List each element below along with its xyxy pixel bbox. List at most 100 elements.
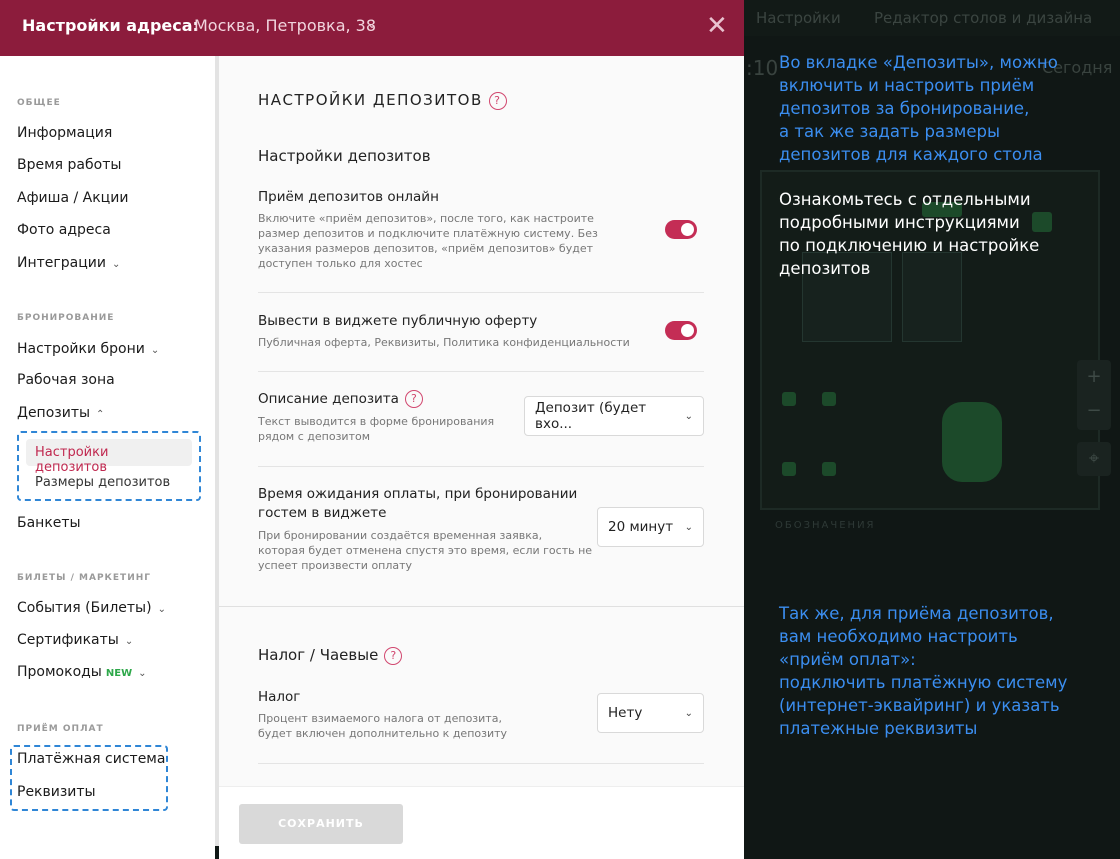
chevron-down-icon: ⌄ [138,668,147,679]
annotation-line: депозитов для каждого стола [779,145,1043,164]
sidebar-subitem-deposit-settings[interactable]: Настройки депозитов [26,439,192,475]
chevron-up-icon: ⌃ [96,409,105,420]
desc-line: рядом с депозитом [258,430,371,443]
section-tickets: БИЛЕТЫ / МАРКЕТИНГ [17,573,151,583]
online-deposits-toggle[interactable] [665,220,697,239]
annotation-payments: Так же, для приёма депозитов, вам необхо… [779,602,1114,740]
desc-line: Процент взимаемого налога от депозита, [258,712,502,725]
desc-line: При бронировании создаётся временная зая… [258,529,543,542]
sidebar-item-afisha[interactable]: Афиша / Акции [17,190,128,206]
desc-line: размер депозитов и подключите платёжную … [258,227,598,240]
sidebar-item-banquets[interactable]: Банкеты [17,515,81,531]
sidebar-item-label: Депозиты [17,405,91,421]
desc-line: доступен только для хостес [258,257,423,270]
help-icon[interactable]: ? [384,646,403,665]
chevron-down-icon: ⌄ [150,345,160,356]
section-divider [219,606,744,607]
annotation-line: Во вкладке «Депозиты», можно [779,53,1058,72]
sidebar-item-payment-system[interactable]: Платёжная система [17,751,165,767]
chevron-down-icon: ⌄ [684,521,693,533]
page-title: НАСТРОЙКИ ДЕПОЗИТОВ? [258,91,507,110]
online-deposits-desc: Включите «приём депозитов», после того, … [258,211,598,271]
desc-line: Включите «приём депозитов», после того, … [258,212,594,225]
tax-section-label: Налог / Чаевые [258,646,379,664]
tax-select[interactable]: Нету ⌄ [597,693,704,733]
tax-desc: Процент взимаемого налога от депозита, б… [258,711,507,741]
sidebar-item-requisites[interactable]: Реквизиты [17,784,96,800]
section-payments: ПРИЁМ ОПЛАТ [17,724,104,734]
panel-footer: СОХРАНИТЬ [219,786,744,859]
settings-sidebar: ОБЩЕЕ Информация Время работы Афиша / Ак… [0,56,215,859]
annotation-line: депозитов за бронирование, [779,99,1030,118]
help-icon[interactable]: ? [488,91,507,110]
divider [258,292,704,293]
annotation-line: (интернет-эквайринг) и указать [779,696,1060,715]
title-line: Время ожидания оплаты, при бронировании [258,486,578,502]
annotation-line: Так же, для приёма депозитов, [779,604,1054,623]
sidebar-item-label: События (Билеты) [17,600,152,616]
sidebar-subitem-deposit-sizes[interactable]: Размеры депозитов [26,469,192,496]
sidebar-item-promocodes[interactable]: Промокоды NEW ⌄ [17,664,147,680]
annotation-line: по подключению и настройке [779,236,1040,255]
header-label: Настройки адреса: [22,16,199,35]
select-value: 20 минут [608,519,674,535]
sidebar-item-workzone[interactable]: Рабочая зона [17,372,115,388]
desc-line: которая будет отменена спустя это время,… [258,544,593,557]
chevron-down-icon: ⌄ [684,707,693,719]
annotation-line: депозитов [779,259,871,278]
divider [258,371,704,372]
chevron-down-icon: ⌄ [684,410,693,422]
chevron-down-icon[interactable]: ⌄ [367,17,377,31]
deposit-description-select[interactable]: Депозит (будет вхо... ⌄ [524,396,704,436]
chevron-down-icon: ⌄ [157,604,166,615]
section-title: Настройки депозитов [258,147,431,165]
payment-wait-title: Время ожидания оплаты, при бронировании … [258,485,598,523]
annotation-deposits-tab: Во вкладке «Депозиты», можно включить и … [779,51,1114,166]
sidebar-item-events[interactable]: События (Билеты) ⌄ [17,600,166,616]
section-general: ОБЩЕЕ [17,98,61,108]
chevron-down-icon: ⌄ [111,259,121,270]
sidebar-item-booking-settings[interactable]: Настройки брони ⌄ [17,341,159,357]
sidebar-item-label: Сертификаты [17,632,119,648]
select-value: Нету [608,705,643,721]
close-icon[interactable]: ✕ [706,12,728,40]
chevron-down-icon: ⌄ [124,636,134,647]
sidebar-item-certificates[interactable]: Сертификаты ⌄ [17,632,133,648]
sidebar-item-deposits[interactable]: Депозиты ⌃ [17,405,104,421]
bg-tab-editor: Редактор столов и дизайна [874,9,1093,27]
sidebar-item-info[interactable]: Информация [17,125,112,141]
modal-header: Настройки адреса: Москва, Петровка, 38 ⌄… [0,0,744,56]
payment-wait-desc: При бронировании создаётся временная зая… [258,528,592,573]
bg-zoom-control: + − [1077,360,1111,430]
sidebar-item-label: Настройки брони [17,341,145,357]
public-offer-desc: Публичная оферта, Реквизиты, Политика ко… [258,336,630,349]
new-badge: NEW [105,668,133,679]
help-icon[interactable]: ? [404,390,423,408]
tax-section-title: Налог / Чаевые? [258,646,403,665]
annotation-line: подробными инструкциями [779,213,1020,232]
desc-line: будет включен дополнительно к депозиту [258,727,508,740]
save-button[interactable]: СОХРАНИТЬ [239,804,403,844]
bg-locate-icon: ⌖ [1077,442,1111,476]
annotation-line: Ознакомьтесь с отдельными [779,190,1031,209]
address-selector[interactable]: Москва, Петровка, 38 [194,16,376,35]
divider [258,763,704,764]
annotation-instructions: Ознакомьтесь с отдельными подробными инс… [779,188,1114,280]
sidebar-item-photo[interactable]: Фото адреса [17,222,111,238]
tax-title: Налог [258,689,301,705]
annotation-line: включить и настроить приём [779,76,1035,95]
sidebar-item-hours[interactable]: Время работы [17,157,121,173]
public-offer-title: Вывести в виджете публичную оферту [258,313,538,329]
payment-wait-select[interactable]: 20 минут ⌄ [597,507,704,547]
select-value: Депозит (будет вхо... [535,400,647,432]
desc-line: Текст выводится в форме бронирования [258,415,495,428]
desc-line: указания размеров депозитов, «приём депо… [258,242,594,255]
sidebar-item-integrations[interactable]: Интеграции ⌄ [17,255,120,271]
bg-tab-settings: Настройки [756,9,841,27]
divider [258,466,704,467]
bg-time: :10 [746,56,779,80]
section-booking: БРОНИРОВАНИЕ [17,313,115,323]
bg-legend: ОБОЗНАЧЕНИЯ [775,520,876,531]
sidebar-item-label: Промокоды [17,664,102,680]
public-offer-toggle[interactable] [665,321,697,340]
